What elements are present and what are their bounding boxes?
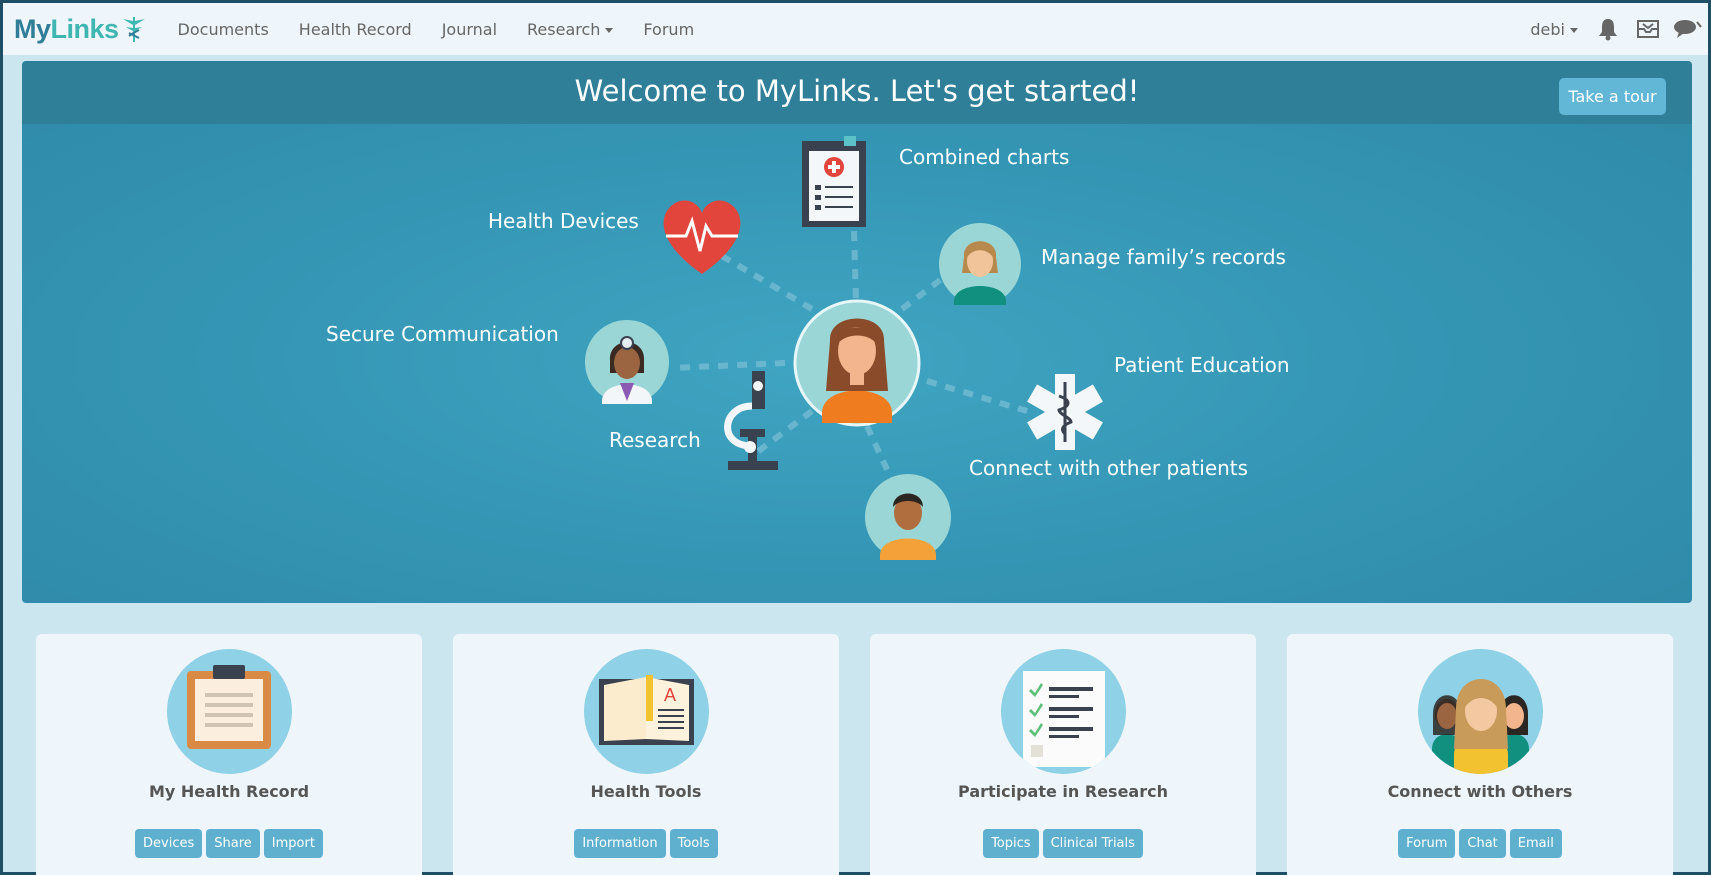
card-title: Health Tools [590, 782, 702, 801]
card-my-health-record: My Health Record Devices Share Import [36, 634, 422, 875]
tools-button[interactable]: Tools [669, 829, 718, 858]
feature-combined-charts[interactable]: Combined charts [899, 145, 1069, 169]
nav-documents[interactable]: Documents [163, 20, 284, 39]
card-health-tools: A Health Tools Information Tools [453, 634, 839, 875]
user-name: debi [1530, 19, 1565, 39]
topics-button[interactable]: Topics [983, 829, 1039, 858]
clipboard-chart-icon [802, 136, 866, 227]
clinical-trials-button[interactable]: Clinical Trials [1042, 829, 1143, 858]
patient-man-avatar-icon [865, 474, 951, 560]
checklist-icon[interactable] [1001, 649, 1126, 774]
card-title: Connect with Others [1387, 782, 1573, 801]
card-buttons: Information Tools [453, 829, 839, 858]
heart-rate-icon [663, 200, 741, 274]
people-icon[interactable] [1418, 649, 1543, 774]
feature-secure-communication[interactable]: Secure Communication [326, 322, 559, 346]
share-button[interactable]: Share [206, 829, 260, 858]
card-buttons: Devices Share Import [36, 829, 422, 858]
forum-button[interactable]: Forum [1398, 829, 1456, 858]
feature-manage-family[interactable]: Manage family’s records [1041, 245, 1286, 269]
caduceus-logo-icon [122, 17, 145, 42]
logo-text-links: Links [50, 13, 120, 44]
nav-journal[interactable]: Journal [427, 20, 512, 39]
email-button[interactable]: Email [1509, 829, 1562, 858]
inbox-icon[interactable] [1631, 19, 1665, 39]
logo-text-my: My [14, 13, 51, 44]
medical-star-icon [1027, 374, 1103, 450]
user-menu-dropdown[interactable]: debi [1520, 20, 1588, 39]
card-buttons: Topics Clinical Trials [870, 829, 1256, 858]
family-member-avatar-icon [939, 223, 1021, 305]
feature-patient-education[interactable]: Patient Education [1114, 353, 1290, 377]
top-navbar: My Links Documents Health Record Journal … [3, 3, 1708, 55]
chat-button[interactable]: Chat [1459, 829, 1506, 858]
card-title: My Health Record [148, 782, 310, 801]
svg-text:A: A [664, 685, 676, 705]
feature-research[interactable]: Research [609, 428, 701, 452]
chevron-down-icon [605, 27, 614, 33]
bell-icon[interactable] [1591, 17, 1625, 41]
nav-forum[interactable]: Forum [628, 20, 709, 39]
chat-icon[interactable] [1671, 18, 1705, 40]
card-buttons: Forum Chat Email [1287, 829, 1673, 858]
feature-connect-patients[interactable]: Connect with other patients [969, 456, 1248, 480]
card-connect-others: Connect with Others Forum Chat Email [1287, 634, 1673, 875]
import-button[interactable]: Import [263, 829, 323, 858]
patient-avatar-icon [793, 299, 921, 427]
information-button[interactable]: Information [574, 829, 666, 858]
chevron-down-icon [1570, 27, 1578, 33]
card-participate-research: Participate in Research Topics Clinical … [870, 634, 1256, 875]
features-diagram [585, 136, 1103, 560]
nav-research-dropdown[interactable]: Research [512, 20, 628, 39]
mylinks-logo[interactable]: My Links [14, 14, 147, 45]
welcome-hero: Welcome to MyLinks. Let's get started! T… [22, 61, 1692, 603]
microscope-icon [724, 371, 778, 470]
card-title: Participate in Research [958, 782, 1168, 801]
devices-button[interactable]: Devices [135, 829, 203, 858]
nav-research-label: Research [527, 19, 601, 39]
nav-health-record[interactable]: Health Record [284, 20, 427, 39]
feature-health-devices[interactable]: Health Devices [488, 209, 639, 233]
clipboard-icon[interactable] [167, 649, 292, 774]
doctor-avatar-icon [585, 320, 669, 404]
book-icon[interactable]: A [584, 649, 709, 774]
